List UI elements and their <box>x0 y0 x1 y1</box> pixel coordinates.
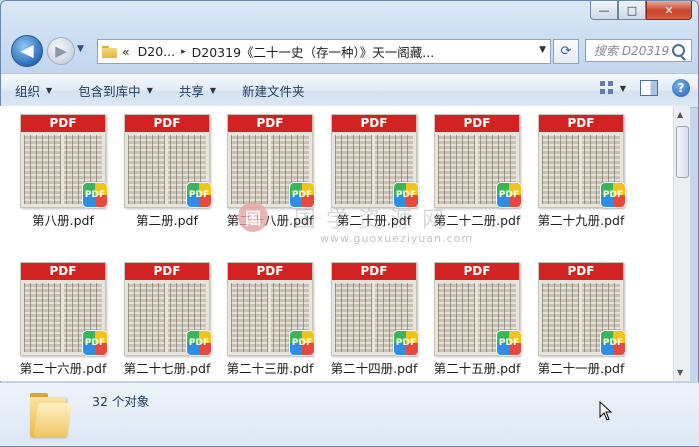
folder-icon <box>102 45 118 58</box>
pdf-band: PDF <box>228 263 312 280</box>
share-label: 共享 <box>178 84 204 99</box>
command-bar: 组织 ▼ 包含到库中 ▼ 共享 ▼ 新建文件夹 ▼ ? <box>1 73 698 108</box>
breadcrumb-parent[interactable]: D20... <box>138 44 175 59</box>
pdf-app-icon: PDF <box>600 330 626 356</box>
close-button[interactable]: ✕ <box>646 1 692 20</box>
pdf-app-icon: PDF <box>393 182 419 208</box>
help-button[interactable]: ? <box>672 79 690 97</box>
pdf-app-icon: PDF <box>186 182 212 208</box>
file-name: 第二十九册.pdf <box>537 213 625 228</box>
pdf-band: PDF <box>228 115 312 132</box>
caption-buttons: — □ ✕ <box>590 1 692 20</box>
new-folder-button[interactable]: 新建文件夹 <box>228 81 317 100</box>
file-item[interactable]: PDF PDF 第二十册.pdf <box>327 114 427 254</box>
file-item[interactable]: PDF PDF 第二十九册.pdf <box>534 114 634 254</box>
file-name: 第二十二册.pdf <box>433 213 521 228</box>
pdf-app-icon: PDF <box>82 182 108 208</box>
pdf-band: PDF <box>539 115 623 132</box>
chevron-down-icon: ▼ <box>146 86 153 95</box>
chevron-down-icon: ▼ <box>46 86 53 95</box>
minimize-button[interactable]: — <box>590 1 618 20</box>
file-item[interactable]: PDF PDF 第二十二册.pdf <box>430 114 530 254</box>
pdf-band: PDF <box>21 115 105 132</box>
include-in-library-menu[interactable]: 包含到库中 ▼ <box>64 81 165 100</box>
pdf-app-icon: PDF <box>496 182 522 208</box>
file-list[interactable]: PDF PDF 第八册.pdf PDF PDF 第二册.pdf PDF PDF 第二十八册.pd… <box>0 106 673 381</box>
pdf-app-icon: PDF <box>186 330 212 356</box>
refresh-button[interactable]: ⟳ <box>553 39 579 64</box>
back-arrow-icon: ◀ <box>20 41 34 61</box>
address-dropdown-icon[interactable]: ▼ <box>539 45 546 55</box>
search-placeholder: 搜索 D20319《... <box>594 44 674 58</box>
file-name: 第二十八册.pdf <box>226 213 314 228</box>
address-overflow-chevron[interactable]: « <box>122 44 130 59</box>
new-folder-label: 新建文件夹 <box>242 84 305 99</box>
file-name: 第二十四册.pdf <box>330 361 418 376</box>
chevron-down-icon: ▼ <box>209 86 217 95</box>
file-item[interactable]: PDF PDF 第二十五册.pdf <box>430 262 530 381</box>
pdf-app-icon: PDF <box>289 182 315 208</box>
file-name: 第二十七册.pdf <box>123 361 211 376</box>
file-item[interactable]: PDF PDF 第二十六册.pdf <box>16 262 116 381</box>
include-in-library-label: 包含到库中 <box>78 84 141 99</box>
file-item[interactable]: PDF PDF 第二十八册.pdf <box>223 114 323 254</box>
file-item[interactable]: PDF PDF 第八册.pdf <box>16 114 116 254</box>
file-name: 第二十五册.pdf <box>433 361 521 376</box>
navigation-bar: ◀ ▶ ▼ « D20... ▸ D20319《二十一史（存一种）》天一阁藏..… <box>9 35 692 67</box>
maximize-button[interactable]: □ <box>618 1 646 20</box>
pdf-band: PDF <box>125 263 209 280</box>
pdf-band: PDF <box>539 263 623 280</box>
file-item[interactable]: PDF PDF 第二十三册.pdf <box>223 262 323 381</box>
file-name: 第二十六册.pdf <box>19 361 107 376</box>
file-name: 第二册.pdf <box>136 213 198 228</box>
share-menu[interactable]: 共享 ▼ <box>165 81 228 100</box>
forward-arrow-icon: ▶ <box>55 42 67 60</box>
pdf-band: PDF <box>435 115 519 132</box>
pdf-app-icon: PDF <box>289 330 315 356</box>
file-item[interactable]: PDF PDF 第二十一册.pdf <box>534 262 634 381</box>
file-item[interactable]: PDF PDF 第二十七册.pdf <box>120 262 220 381</box>
search-icon <box>672 44 685 57</box>
pdf-band: PDF <box>125 115 209 132</box>
pdf-app-icon: PDF <box>496 330 522 356</box>
pdf-app-icon: PDF <box>82 330 108 356</box>
vertical-scrollbar[interactable]: ▲ ▼ <box>673 106 690 381</box>
item-count: 32 个对象 <box>92 394 150 409</box>
pdf-band: PDF <box>332 115 416 132</box>
scroll-up-icon[interactable]: ▲ <box>677 110 683 119</box>
pdf-app-icon: PDF <box>393 330 419 356</box>
forward-button[interactable]: ▶ <box>47 37 75 65</box>
toolbar-right: ▼ ? <box>599 79 690 97</box>
change-view-icon[interactable] <box>599 81 614 95</box>
mouse-cursor-icon <box>599 400 613 424</box>
refresh-icon: ⟳ <box>560 44 572 59</box>
pdf-app-icon: PDF <box>600 182 626 208</box>
organize-menu[interactable]: 组织 ▼ <box>1 81 64 100</box>
folder-icon <box>30 391 74 437</box>
breadcrumb-separator-icon[interactable]: ▸ <box>181 47 186 57</box>
file-item[interactable]: PDF PDF 第二册.pdf <box>120 114 220 254</box>
recent-pages-dropdown[interactable]: ▼ <box>77 44 84 54</box>
scroll-down-icon[interactable]: ▼ <box>677 368 683 377</box>
view-options-dropdown[interactable]: ▼ <box>620 84 626 93</box>
address-bar[interactable]: « D20... ▸ D20319《二十一史（存一种）》天一阁藏... ▼ <box>97 39 551 64</box>
preview-pane-icon[interactable] <box>640 80 658 96</box>
pdf-band: PDF <box>332 263 416 280</box>
help-icon: ? <box>677 81 685 95</box>
file-name: 第二十三册.pdf <box>226 361 314 376</box>
pdf-band: PDF <box>435 263 519 280</box>
file-name: 第二十册.pdf <box>336 213 412 228</box>
file-name: 第二十一册.pdf <box>537 361 625 376</box>
breadcrumb-current[interactable]: D20319《二十一史（存一种）》天一阁藏... <box>192 42 435 61</box>
back-button[interactable]: ◀ <box>11 35 43 67</box>
pdf-band: PDF <box>21 263 105 280</box>
organize-label: 组织 <box>15 84 41 99</box>
file-item[interactable]: PDF PDF 第二十四册.pdf <box>327 262 427 381</box>
file-name: 第八册.pdf <box>32 213 94 228</box>
scroll-thumb[interactable] <box>676 126 689 178</box>
search-input[interactable]: 搜索 D20319《... <box>585 39 692 62</box>
details-pane: 32 个对象 <box>0 382 699 446</box>
